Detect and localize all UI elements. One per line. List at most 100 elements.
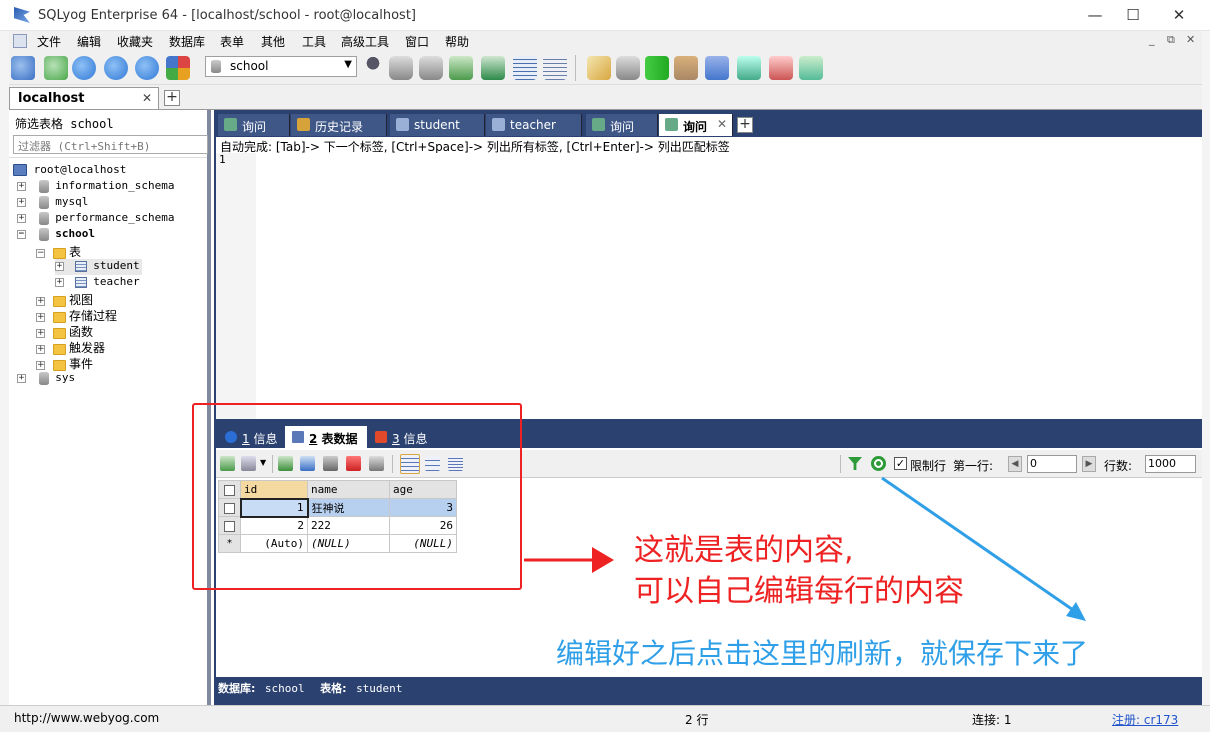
close-icon[interactable]: ✕: [142, 91, 152, 105]
schema-sync-icon[interactable]: [587, 56, 611, 80]
compare-icon[interactable]: [645, 56, 669, 80]
tree-table-teacher[interactable]: + teacher: [55, 275, 140, 291]
tab-query-active[interactable]: 询问 ✕: [659, 114, 733, 136]
tab-teacher[interactable]: teacher: [486, 114, 582, 136]
next-page-button[interactable]: ▶: [1082, 456, 1096, 472]
import-icon[interactable]: [449, 56, 473, 80]
refresh-icon[interactable]: [135, 56, 159, 80]
expand-icon[interactable]: +: [17, 197, 26, 207]
shapes-icon[interactable]: [166, 56, 190, 80]
expand-icon[interactable]: +: [36, 328, 45, 338]
tree-root[interactable]: root@localhost: [13, 163, 126, 179]
query-builder-icon[interactable]: [799, 56, 823, 80]
new-query-icon[interactable]: [44, 56, 68, 80]
tree-table-student[interactable]: + student: [55, 259, 142, 275]
collapse-icon[interactable]: −: [17, 229, 26, 239]
rows-input[interactable]: 1000: [1145, 455, 1196, 473]
filter-input[interactable]: 过滤器 (Ctrl+Shift+B): [13, 135, 208, 154]
collapse-icon[interactable]: −: [36, 248, 45, 258]
backup-icon[interactable]: [389, 56, 413, 80]
filter-icon[interactable]: [848, 457, 862, 470]
expand-icon[interactable]: +: [36, 360, 45, 370]
tab-label: student: [414, 118, 460, 132]
data-sync-icon[interactable]: [616, 56, 640, 80]
inner-restore-button[interactable]: ⧉: [1167, 33, 1175, 47]
expand-icon[interactable]: +: [17, 213, 26, 223]
menu-other[interactable]: 其他: [261, 33, 285, 50]
tab-query-1[interactable]: 询问: [218, 114, 290, 136]
status-url[interactable]: http://www.webyog.com: [14, 711, 159, 725]
tree-label: performance_schema: [55, 211, 175, 224]
query-icon: [224, 118, 237, 131]
table-icon[interactable]: [513, 56, 537, 80]
notification-icon[interactable]: [769, 56, 793, 80]
inner-close-button[interactable]: ✕: [1186, 33, 1195, 46]
tree-folder-procedures[interactable]: + 存储过程: [36, 307, 117, 323]
connection-tab-localhost[interactable]: localhost ✕: [9, 87, 159, 109]
user-manager-icon[interactable]: [361, 56, 385, 80]
tab-student[interactable]: student: [390, 114, 485, 136]
database-select[interactable]: school ▼: [205, 56, 357, 77]
tree-folder-tables[interactable]: − 表: [36, 243, 81, 259]
tab-query-2[interactable]: 询问: [586, 114, 658, 136]
menu-advanced-tools[interactable]: 高级工具: [341, 33, 389, 50]
expand-icon[interactable]: +: [17, 373, 26, 383]
scheduler-icon[interactable]: [705, 56, 729, 80]
status-bar: http://www.webyog.com 2 行 连接: 1 注册: cr17…: [0, 705, 1210, 732]
expand-icon[interactable]: +: [36, 312, 45, 322]
execute-all-icon[interactable]: [104, 56, 128, 80]
tree-folder-triggers[interactable]: + 触发器: [36, 339, 105, 355]
folder-icon: [52, 295, 66, 307]
tree-label: 事件: [69, 357, 94, 371]
folder-icon: [52, 247, 66, 259]
tree-db-sys[interactable]: + sys: [17, 371, 75, 387]
new-connection-icon[interactable]: [11, 56, 35, 80]
first-row-input[interactable]: 0: [1027, 455, 1077, 473]
tree-folder-events[interactable]: + 事件: [36, 355, 93, 371]
refresh-icon[interactable]: [871, 456, 886, 471]
add-query-tab-button[interactable]: +: [737, 117, 753, 133]
close-button[interactable]: ✕: [1156, 0, 1202, 31]
menu-file[interactable]: 文件: [37, 33, 61, 50]
maximize-button[interactable]: ☐: [1110, 0, 1156, 31]
tab-history[interactable]: 历史记录: [291, 114, 387, 136]
expand-icon[interactable]: +: [36, 344, 45, 354]
menu-tools[interactable]: 工具: [302, 33, 326, 50]
query-editor[interactable]: 1: [216, 153, 1202, 419]
menu-table[interactable]: 表单: [220, 33, 244, 50]
tree-db-performance-schema[interactable]: + performance_schema: [17, 211, 174, 227]
tree-folder-views[interactable]: + 视图: [36, 291, 93, 307]
migration-icon[interactable]: [674, 56, 698, 80]
execute-query-icon[interactable]: [72, 56, 96, 80]
database-icon: [38, 211, 49, 225]
expand-icon[interactable]: +: [55, 277, 64, 287]
expand-icon[interactable]: +: [36, 296, 45, 306]
menu-help[interactable]: 帮助: [445, 33, 469, 50]
tree-folder-functions[interactable]: + 函数: [36, 323, 93, 339]
menu-favorites[interactable]: 收藏夹: [117, 33, 153, 50]
menu-edit[interactable]: 编辑: [77, 33, 101, 50]
limit-rows-checkbox[interactable]: ✓: [894, 457, 907, 470]
restore-icon[interactable]: [419, 56, 443, 80]
inner-minimize-button[interactable]: _: [1149, 33, 1155, 46]
previous-page-button[interactable]: ◀: [1008, 456, 1022, 472]
window-edge-left: [0, 31, 9, 705]
export-icon[interactable]: [481, 56, 505, 80]
menu-window[interactable]: 窗口: [405, 33, 429, 50]
tab-label: teacher: [510, 118, 556, 132]
table-schema-icon[interactable]: [543, 56, 567, 80]
expand-icon[interactable]: +: [17, 181, 26, 191]
tree-db-mysql[interactable]: + mysql: [17, 195, 88, 211]
tree-label: student: [93, 259, 140, 272]
close-icon[interactable]: ✕: [717, 117, 727, 131]
register-link[interactable]: 注册: cr173: [1112, 711, 1178, 728]
window-edge-right: [1202, 31, 1210, 705]
report-icon[interactable]: [737, 56, 761, 80]
expand-icon[interactable]: +: [55, 261, 64, 271]
object-browser: 筛选表格 school 过滤器 (Ctrl+Shift+B) root@loca…: [9, 110, 211, 705]
table-icon: [396, 118, 409, 131]
add-connection-button[interactable]: +: [164, 90, 180, 106]
tree-db-school[interactable]: − school: [17, 227, 95, 243]
tree-db-information-schema[interactable]: + information_schema: [17, 179, 174, 195]
menu-database[interactable]: 数据库: [169, 33, 205, 50]
